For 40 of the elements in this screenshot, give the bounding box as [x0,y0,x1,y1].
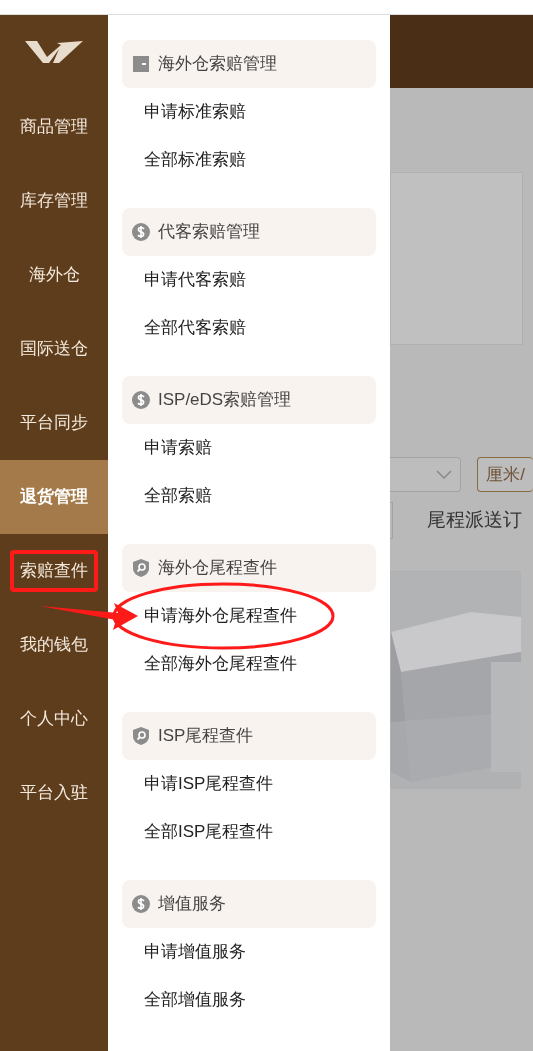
sidebar-item[interactable]: 退货管理 [0,460,108,534]
logo-icon [25,40,83,65]
dollar-icon [132,895,150,913]
submenu-link[interactable]: 申请ISP尾程查件 [144,771,274,797]
dollar-icon [132,223,150,241]
dollar-icon [132,391,150,409]
submenu-link[interactable]: 全部索赔 [144,483,212,509]
group-title: 增值服务 [158,893,226,916]
group-title: 海外仓尾程查件 [158,557,277,580]
group-title: ISP尾程查件 [158,725,254,748]
submenu-link[interactable]: 申请代客索赔 [144,267,246,293]
group-title: 代客索赔管理 [158,221,260,244]
shield-search-icon [132,559,150,577]
submenu-link[interactable]: 全部增值服务 [144,987,246,1013]
group-title: ISP/eDS索赔管理 [158,389,292,412]
section-title: 尾程派送订 [427,508,522,533]
sidebar-item[interactable]: 我的钱包 [0,608,108,682]
sidebar-item[interactable]: 库存管理 [0,164,108,238]
unit-button[interactable]: 厘米/ [477,457,533,492]
submenu-link[interactable]: 申请索赔 [144,435,212,461]
submenu-link[interactable]: 全部标准索赔 [144,147,246,173]
group-title: 海外仓索赔管理 [158,53,277,76]
sidebar-item[interactable]: 平台入驻 [0,756,108,830]
card-icon [132,55,150,73]
chevron-down-icon [436,469,453,480]
submenu-link[interactable]: 全部ISP尾程查件 [144,819,274,845]
shield-search-icon [132,727,150,745]
submenu-link[interactable]: 全部代客索赔 [144,315,246,341]
sidebar-item[interactable]: 商品管理 [0,90,108,164]
sidebar-label[interactable]: 索赔查件 [20,561,88,581]
sidebar-item[interactable]: 个人中心 [0,682,108,756]
submenu-link[interactable]: 全部海外仓尾程查件 [144,651,297,677]
submenu-link[interactable]: 申请海外仓尾程查件 [144,603,297,629]
sidebar-item[interactable]: 国际送仓 [0,312,108,386]
sidebar-item[interactable]: 海外仓 [0,238,108,312]
input-field[interactable] [390,502,393,539]
sidebar-item[interactable]: 平台同步 [0,386,108,460]
submenu-link[interactable]: 申请标准索赔 [144,99,246,125]
select-field[interactable] [390,457,462,492]
submenu-link[interactable]: 申请增值服务 [144,939,246,965]
